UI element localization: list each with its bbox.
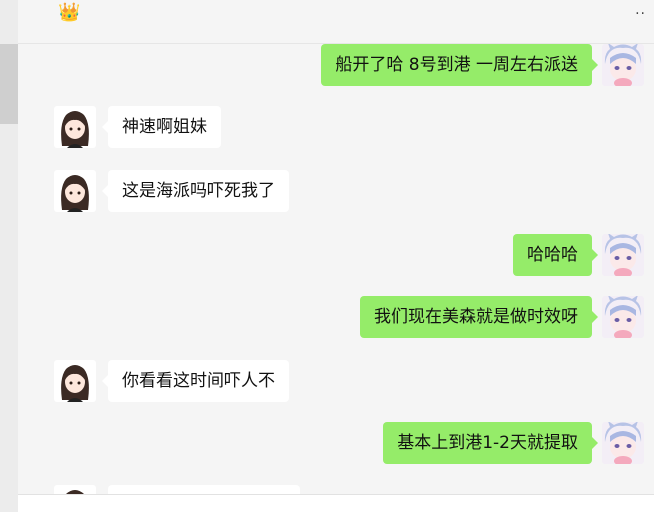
message-list[interactable]: 船开了哈 8号到港 一周左右派送 神速啊姐妹 这是海派吗吓死我了 哈哈哈 我们现… xyxy=(18,44,654,512)
my-avatar[interactable] xyxy=(602,296,644,338)
crown-icon: 👑 xyxy=(58,2,81,23)
contact-avatar[interactable] xyxy=(54,360,96,402)
left-panel-edge xyxy=(0,0,18,512)
message-bubble[interactable]: 你看看这时间吓人不 xyxy=(102,360,289,402)
my-avatar[interactable] xyxy=(602,422,644,464)
message-bubble[interactable]: 我们现在美森就是做时效呀 xyxy=(360,296,598,338)
my-avatar[interactable] xyxy=(602,234,644,276)
scrollbar-thumb[interactable] xyxy=(0,44,18,124)
message-bubble[interactable]: 这是海派吗吓死我了 xyxy=(102,170,289,212)
message-bubble[interactable]: 哈哈哈 xyxy=(513,234,598,276)
my-avatar[interactable] xyxy=(602,44,644,86)
message-input-area[interactable] xyxy=(18,494,654,512)
contact-avatar[interactable] xyxy=(54,106,96,148)
message-bubble[interactable]: 神速啊姐妹 xyxy=(102,106,221,148)
chat-header: 👑 ·· xyxy=(18,0,654,44)
message-bubble[interactable]: 船开了哈 8号到港 一周左右派送 xyxy=(321,44,598,86)
message-bubble[interactable]: 基本上到港1-2天就提取 xyxy=(383,422,598,464)
contact-avatar[interactable] xyxy=(54,170,96,212)
more-options-icon[interactable]: ·· xyxy=(635,6,646,22)
